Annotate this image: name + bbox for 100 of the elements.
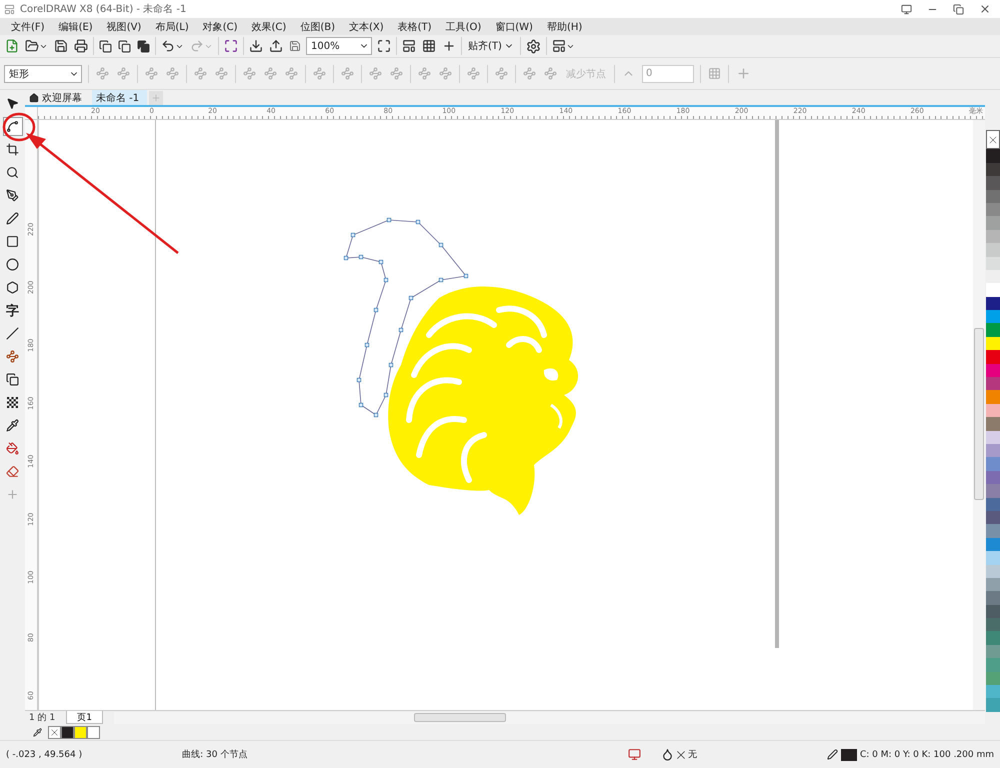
color-swatch[interactable] xyxy=(61,726,74,738)
color-swatch[interactable] xyxy=(87,726,100,738)
node-edit-button[interactable] xyxy=(368,66,383,81)
color-swatch[interactable] xyxy=(986,377,1000,390)
node-edit-button[interactable] xyxy=(214,66,229,81)
paste-button[interactable] xyxy=(136,38,151,54)
color-swatch[interactable] xyxy=(986,672,1000,686)
menu-item[interactable]: 帮助(H) xyxy=(540,18,590,34)
node-edit-button[interactable] xyxy=(116,66,131,81)
node-edit-button[interactable] xyxy=(522,66,537,81)
copy-button[interactable] xyxy=(117,38,132,54)
node-edit-button[interactable] xyxy=(312,66,327,81)
color-swatch[interactable] xyxy=(986,162,1000,176)
color-swatch[interactable] xyxy=(986,310,1000,324)
color-swatch[interactable] xyxy=(986,404,1000,418)
menu-item[interactable]: 对象(C) xyxy=(196,18,245,34)
node-edit-button[interactable] xyxy=(193,66,208,81)
vertical-scrollbar[interactable] xyxy=(973,120,985,710)
open-button[interactable] xyxy=(24,38,49,54)
color-swatch[interactable] xyxy=(986,631,1000,645)
node-edit-button[interactable] xyxy=(284,66,299,81)
color-swatch[interactable] xyxy=(986,658,1000,672)
color-swatch[interactable] xyxy=(986,591,1000,605)
color-swatch[interactable] xyxy=(986,149,1000,163)
node-edit-button[interactable] xyxy=(95,66,110,81)
node-edit-button[interactable] xyxy=(543,66,558,81)
menu-item[interactable]: 文件(F) xyxy=(4,18,52,34)
color-swatch[interactable] xyxy=(986,685,1000,698)
color-swatch[interactable] xyxy=(986,256,1000,270)
print-button[interactable] xyxy=(73,38,89,54)
color-swatch[interactable] xyxy=(986,444,1000,458)
node-edit-button[interactable] xyxy=(242,66,257,81)
save-button[interactable] xyxy=(53,38,69,54)
zoom-level-combo[interactable]: 100% xyxy=(306,37,372,55)
color-swatch[interactable] xyxy=(986,604,1000,618)
color-swatch[interactable] xyxy=(986,510,1000,524)
menu-item[interactable]: 位图(B) xyxy=(293,18,342,34)
color-swatch[interactable] xyxy=(986,350,1000,364)
color-swatch[interactable] xyxy=(986,538,1000,552)
node-edit-button[interactable] xyxy=(144,66,159,81)
node-edit-button[interactable] xyxy=(438,66,453,81)
color-swatch[interactable] xyxy=(986,457,1000,471)
settings-button[interactable] xyxy=(524,38,542,54)
export-button[interactable] xyxy=(268,38,284,54)
menu-item[interactable]: 窗口(W) xyxy=(488,18,540,34)
color-swatch[interactable] xyxy=(986,498,1000,511)
rulers-button[interactable] xyxy=(401,38,417,54)
color-swatch[interactable] xyxy=(986,551,1000,565)
color-swatch[interactable] xyxy=(986,644,1000,658)
color-swatch[interactable] xyxy=(986,484,1000,498)
application-launcher-button[interactable] xyxy=(550,38,576,54)
horizontal-scrollbar[interactable] xyxy=(114,712,985,724)
import-button[interactable] xyxy=(248,38,264,54)
select-all-nodes-button[interactable] xyxy=(707,66,722,81)
color-swatch[interactable] xyxy=(986,618,1000,632)
color-swatch[interactable] xyxy=(986,417,1000,431)
color-swatch[interactable] xyxy=(986,190,1000,203)
menu-item[interactable]: 文本(X) xyxy=(342,18,391,34)
color-swatch[interactable] xyxy=(986,216,1000,230)
color-swatch[interactable] xyxy=(986,336,1000,350)
menu-item[interactable]: 效果(C) xyxy=(244,18,294,34)
color-swatch[interactable] xyxy=(986,296,1000,310)
grid-button[interactable] xyxy=(421,38,437,54)
node-edit-button[interactable] xyxy=(340,66,355,81)
undo-button[interactable] xyxy=(160,38,185,54)
color-swatch[interactable] xyxy=(986,524,1000,538)
color-swatch[interactable] xyxy=(986,364,1000,378)
color-swatch[interactable] xyxy=(986,283,1000,297)
menu-item[interactable]: 工具(O) xyxy=(438,18,488,34)
snap-to-dropdown[interactable]: 贴齐(T) xyxy=(466,39,516,53)
color-swatch[interactable] xyxy=(986,390,1000,404)
color-swatch[interactable] xyxy=(986,176,1000,190)
node-edit-button[interactable] xyxy=(417,66,432,81)
document-tab[interactable]: 未命名 -1 xyxy=(92,90,148,105)
page-navigation[interactable]: 1 的 1 xyxy=(29,711,56,724)
node-edit-button[interactable] xyxy=(165,66,180,81)
document-tab[interactable]: 欢迎屏幕 xyxy=(25,90,90,105)
color-swatch[interactable] xyxy=(986,430,1000,444)
no-color-swatch[interactable] xyxy=(48,726,61,738)
color-swatch[interactable] xyxy=(986,698,1000,712)
color-swatch[interactable] xyxy=(986,202,1000,216)
color-swatch[interactable] xyxy=(986,470,1000,484)
node-edit-button[interactable] xyxy=(466,66,481,81)
color-swatch[interactable] xyxy=(74,726,87,738)
menu-item[interactable]: 编辑(E) xyxy=(52,18,100,34)
menu-item[interactable]: 视图(V) xyxy=(100,18,148,34)
no-color-swatch[interactable] xyxy=(986,130,1000,150)
selection-mode-combo[interactable]: 矩形 xyxy=(4,64,82,82)
color-swatch[interactable] xyxy=(986,564,1000,578)
menu-item[interactable]: 布局(L) xyxy=(148,18,196,34)
color-swatch[interactable] xyxy=(986,578,1000,592)
page-tab[interactable]: 页1 xyxy=(66,711,103,724)
full-screen-button[interactable] xyxy=(376,38,392,54)
color-swatch[interactable] xyxy=(986,243,1000,257)
color-swatch[interactable] xyxy=(986,323,1000,337)
text-tool-button[interactable]: 字 xyxy=(2,301,22,320)
node-edit-button[interactable] xyxy=(494,66,509,81)
node-edit-button[interactable] xyxy=(263,66,278,81)
node-edit-button[interactable] xyxy=(389,66,404,81)
menu-item[interactable]: 表格(T) xyxy=(390,18,439,34)
